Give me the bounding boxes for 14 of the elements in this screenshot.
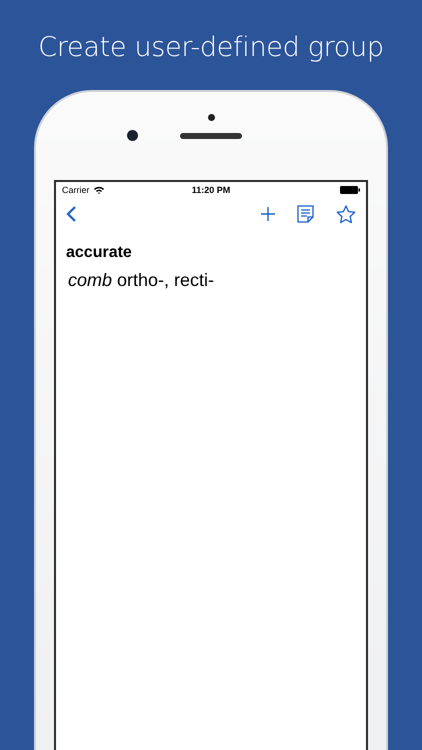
definition: comb ortho-, recti- <box>67 270 216 291</box>
wifi-icon <box>94 186 104 194</box>
camera-icon <box>127 130 138 141</box>
status-time: 11:20 PM <box>192 185 230 195</box>
battery-icon <box>340 186 360 194</box>
note-button[interactable] <box>297 205 314 223</box>
carrier-label: Carrier <box>62 185 90 195</box>
speaker-grille <box>180 133 242 139</box>
star-button[interactable] <box>336 204 356 224</box>
headword: accurate <box>66 244 133 262</box>
sensor-dot <box>208 114 215 121</box>
back-button[interactable] <box>66 205 77 223</box>
add-button[interactable] <box>261 207 275 221</box>
headline: Create user-defined group <box>37 31 385 63</box>
